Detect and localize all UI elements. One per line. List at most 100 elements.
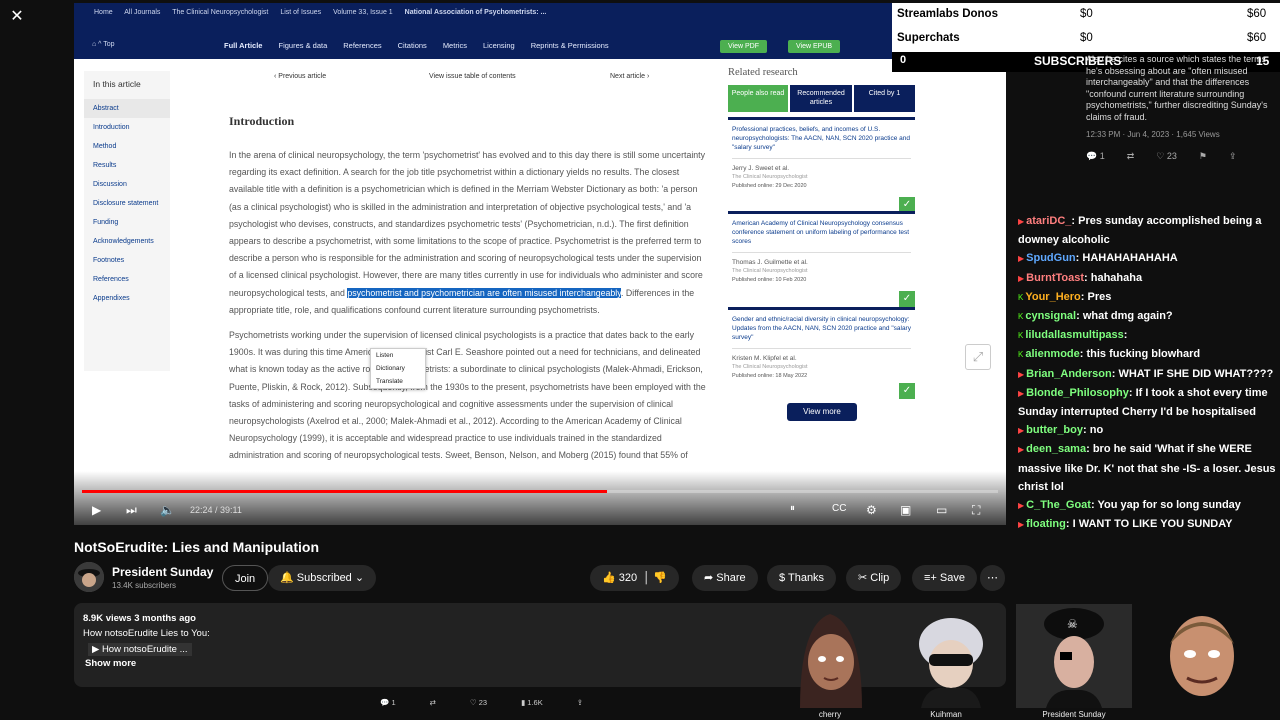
bookmark-icon[interactable]: ⚑ <box>1199 151 1207 163</box>
chat-username[interactable]: C_The_Goat <box>1026 499 1091 511</box>
sidebar-item-discussion[interactable]: Discussion <box>84 175 170 194</box>
breadcrumb-item[interactable]: Home <box>94 9 113 16</box>
heart-icon[interactable]: ♡ 23 <box>470 698 487 707</box>
nav-metrics[interactable]: Metrics <box>443 41 467 50</box>
related-authors: Jerry J. Sweet et al. <box>732 165 790 172</box>
sidebar-item-method[interactable]: Method <box>84 137 170 156</box>
nav-citations[interactable]: Citations <box>398 41 427 50</box>
previous-article-link[interactable]: ‹ Previous article <box>274 73 326 80</box>
clip-button[interactable]: ✂ Clip <box>846 565 902 591</box>
share-label: Share <box>716 572 746 584</box>
captions-icon[interactable]: CC <box>832 503 846 514</box>
reply-count: 1 <box>1099 150 1105 161</box>
retweet-icon[interactable]: ⇄ <box>1127 151 1135 163</box>
related-title[interactable]: Professional practices, beliefs, and inc… <box>732 125 911 152</box>
chat-username[interactable]: butter_boy <box>1026 424 1083 436</box>
breadcrumb-item[interactable]: The Clinical Neuropsychologist <box>172 9 268 16</box>
related-card[interactable]: American Academy of Clinical Neuropsycho… <box>728 211 915 307</box>
chat-text: : no <box>1083 424 1104 437</box>
chat-username[interactable]: floating <box>1026 518 1066 530</box>
related-title[interactable]: American Academy of Clinical Neuropsycho… <box>732 219 911 246</box>
reply-icon[interactable]: 💬 1 <box>380 698 396 707</box>
sidebar-item-appendixes[interactable]: Appendixes <box>84 289 170 308</box>
tab-recommended[interactable]: Recommended articles <box>790 85 852 112</box>
chat-username[interactable]: BurntToast <box>1026 272 1084 284</box>
chat-username[interactable]: Your_Hero <box>1025 291 1080 303</box>
chat-message: ▶ deen_sama: bro he said 'What if she WER… <box>1018 440 1280 496</box>
breadcrumb-item[interactable]: Volume 33, Issue 1 <box>333 9 393 16</box>
save-button[interactable]: ≡+ Save <box>912 565 977 591</box>
related-title[interactable]: Gender and ethnic/racial diversity in cl… <box>732 315 911 342</box>
chat-username[interactable]: Blonde_Philosophy <box>1026 387 1129 399</box>
related-journal: The Clinical Neuropsychologist <box>732 268 808 274</box>
sidebar-item-introduction[interactable]: Introduction <box>84 118 170 137</box>
channel-avatar[interactable] <box>74 562 104 592</box>
tab-people-also-read[interactable]: People also read <box>728 85 788 112</box>
highlighted-text[interactable]: psychometrist and psychometrician are of… <box>347 287 622 298</box>
heart-icon[interactable]: ♡ 23 <box>1156 151 1177 163</box>
more-actions-icon[interactable]: ⋯ <box>980 565 1005 591</box>
context-dictionary[interactable]: Dictionary <box>371 362 425 375</box>
description-link[interactable]: ▶ How notsoErudite ... <box>88 643 192 656</box>
next-article-link[interactable]: Next article › <box>610 73 649 80</box>
nav-full-article[interactable]: Full Article <box>224 41 262 50</box>
views-icon[interactable]: ▮ 1.6K <box>521 698 543 707</box>
play-icon[interactable]: ▶ <box>92 503 101 517</box>
related-card[interactable]: Gender and ethnic/racial diversity in cl… <box>728 307 915 399</box>
top-link[interactable]: ⌂ ^ Top <box>92 41 115 48</box>
like-button[interactable]: 👍 320 │ 👎 <box>590 565 679 591</box>
join-button[interactable]: Join <box>222 565 269 591</box>
miniplayer-icon[interactable]: ▣ <box>900 503 911 517</box>
breadcrumb-item[interactable]: National Association of Psychometrists: … <box>405 9 547 16</box>
next-icon[interactable]: ⏭ <box>126 503 137 518</box>
expand-icon[interactable]: ⤢ <box>965 344 991 370</box>
thanks-button[interactable]: $ Thanks <box>767 565 837 591</box>
breadcrumb-item[interactable]: All Journals <box>124 9 160 16</box>
nav-figures[interactable]: Figures & data <box>278 41 327 50</box>
chat-username[interactable]: SpudGun <box>1026 252 1076 264</box>
view-issue-link[interactable]: View issue table of contents <box>429 73 516 80</box>
tab-cited-by[interactable]: Cited by 1 <box>854 85 915 112</box>
view-epub-button[interactable]: View EPUB <box>788 40 841 53</box>
share-button[interactable]: ➦ Share <box>692 565 758 591</box>
breadcrumb-item[interactable]: List of Issues <box>280 9 321 16</box>
share-icon[interactable]: ⇪ <box>1229 151 1237 163</box>
sidebar-item-funding[interactable]: Funding <box>84 213 170 232</box>
autoplay-toggle-icon[interactable]: ⏸ <box>790 503 795 514</box>
sidebar-item-results[interactable]: Results <box>84 156 170 175</box>
volume-icon[interactable]: 🔈 <box>160 503 175 517</box>
related-card[interactable]: Professional practices, beliefs, and inc… <box>728 117 915 213</box>
nav-licensing[interactable]: Licensing <box>483 41 515 50</box>
context-listen[interactable]: Listen <box>371 349 425 362</box>
chat-username[interactable]: liludallasmultipass <box>1025 329 1123 341</box>
chat-username[interactable]: Brian_Anderson <box>1026 368 1112 380</box>
retweet-icon[interactable]: ⇄ <box>430 698 436 707</box>
context-translate[interactable]: Translate <box>371 375 425 388</box>
cam-label: President Sunday <box>1042 710 1106 719</box>
sidebar-item-abstract[interactable]: Abstract <box>84 99 170 118</box>
view-more-button[interactable]: View more <box>787 403 857 421</box>
sidebar-item-disclosure[interactable]: Disclosure statement <box>84 194 170 213</box>
chat-feed: ▶ atariDC_: Pres sunday accomplished bein… <box>1018 212 1280 534</box>
chat-username[interactable]: alienmode <box>1025 348 1079 360</box>
sidebar-item-acknowledgements[interactable]: Acknowledgements <box>84 232 170 251</box>
settings-gear-icon[interactable]: ⚙ <box>866 503 877 517</box>
view-pdf-button[interactable]: View PDF <box>720 40 767 53</box>
subscribed-button[interactable]: 🔔 Subscribed ⌄ <box>268 565 377 591</box>
chat-username[interactable]: cynsignal <box>1025 310 1076 322</box>
close-icon[interactable]: ✕ <box>8 8 26 26</box>
video-player[interactable]: Home All Journals The Clinical Neuropsyc… <box>74 3 1006 525</box>
share-icon[interactable]: ⇪ <box>577 698 583 707</box>
nav-reprints[interactable]: Reprints & Permissions <box>531 41 609 50</box>
chat-username[interactable]: deen_sama <box>1026 443 1086 455</box>
chat-username[interactable]: atariDC_ <box>1026 215 1071 227</box>
sidebar-item-references[interactable]: References <box>84 270 170 289</box>
nav-references[interactable]: References <box>343 41 381 50</box>
show-more-button[interactable]: Show more <box>85 658 136 669</box>
bell-icon: 🔔 <box>280 572 294 584</box>
channel-name[interactable]: President Sunday <box>112 565 213 579</box>
fullscreen-icon[interactable]: ⛶ <box>972 503 980 518</box>
sidebar-item-footnotes[interactable]: Footnotes <box>84 251 170 270</box>
reply-icon[interactable]: 💬 1 <box>1086 151 1105 163</box>
theater-mode-icon[interactable]: ▭ <box>936 503 947 517</box>
